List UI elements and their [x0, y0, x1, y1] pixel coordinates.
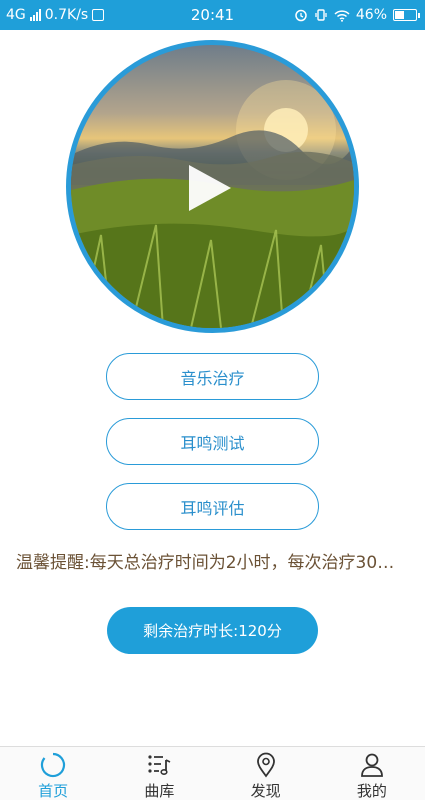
tab-mine[interactable]: 我的	[319, 747, 425, 800]
user-icon	[360, 753, 383, 777]
wifi-icon	[334, 9, 350, 22]
status-right: 46%	[294, 0, 420, 30]
battery-percent: 46%	[355, 7, 387, 23]
hero-image[interactable]	[66, 40, 359, 333]
network-type: 4G	[6, 7, 26, 23]
remaining-time-button[interactable]: 剩余治疗时长:120分	[107, 607, 318, 654]
tinnitus-assessment-button[interactable]: 耳鸣评估	[106, 483, 319, 530]
vibrate-icon	[315, 9, 327, 21]
play-icon[interactable]	[189, 165, 231, 211]
tinnitus-test-button[interactable]: 耳鸣测试	[106, 418, 319, 465]
tab-discover-label: 发现	[250, 782, 281, 800]
tab-discover[interactable]: 发现	[213, 747, 319, 800]
tab-music-library[interactable]: 曲库	[106, 747, 212, 800]
tab-home[interactable]: 首页	[0, 747, 106, 800]
status-left: 4G 0.7K/s	[6, 0, 105, 30]
tab-music-library-label: 曲库	[144, 782, 175, 800]
battery-icon	[393, 9, 420, 21]
music-library-icon	[148, 755, 171, 775]
tab-mine-label: 我的	[356, 782, 387, 800]
network-speed: 0.7K/s	[44, 7, 89, 23]
home-icon	[41, 752, 66, 778]
battery-level	[395, 11, 404, 19]
alarm-icon	[295, 9, 307, 22]
signal-icon	[29, 9, 41, 21]
status-bar: 4G 0.7K/s 20:41 46%	[0, 0, 425, 30]
tip-text: 温馨提醒:每天总治疗时间为2小时，每次治疗30分钟	[16, 553, 411, 572]
music-therapy-button[interactable]: 音乐治疗	[106, 353, 319, 400]
tab-home-label: 首页	[38, 782, 69, 800]
location-pin-icon	[256, 752, 275, 778]
tab-bar: 首页 曲库 发现 我的	[0, 746, 425, 800]
notification-icon	[92, 9, 105, 21]
